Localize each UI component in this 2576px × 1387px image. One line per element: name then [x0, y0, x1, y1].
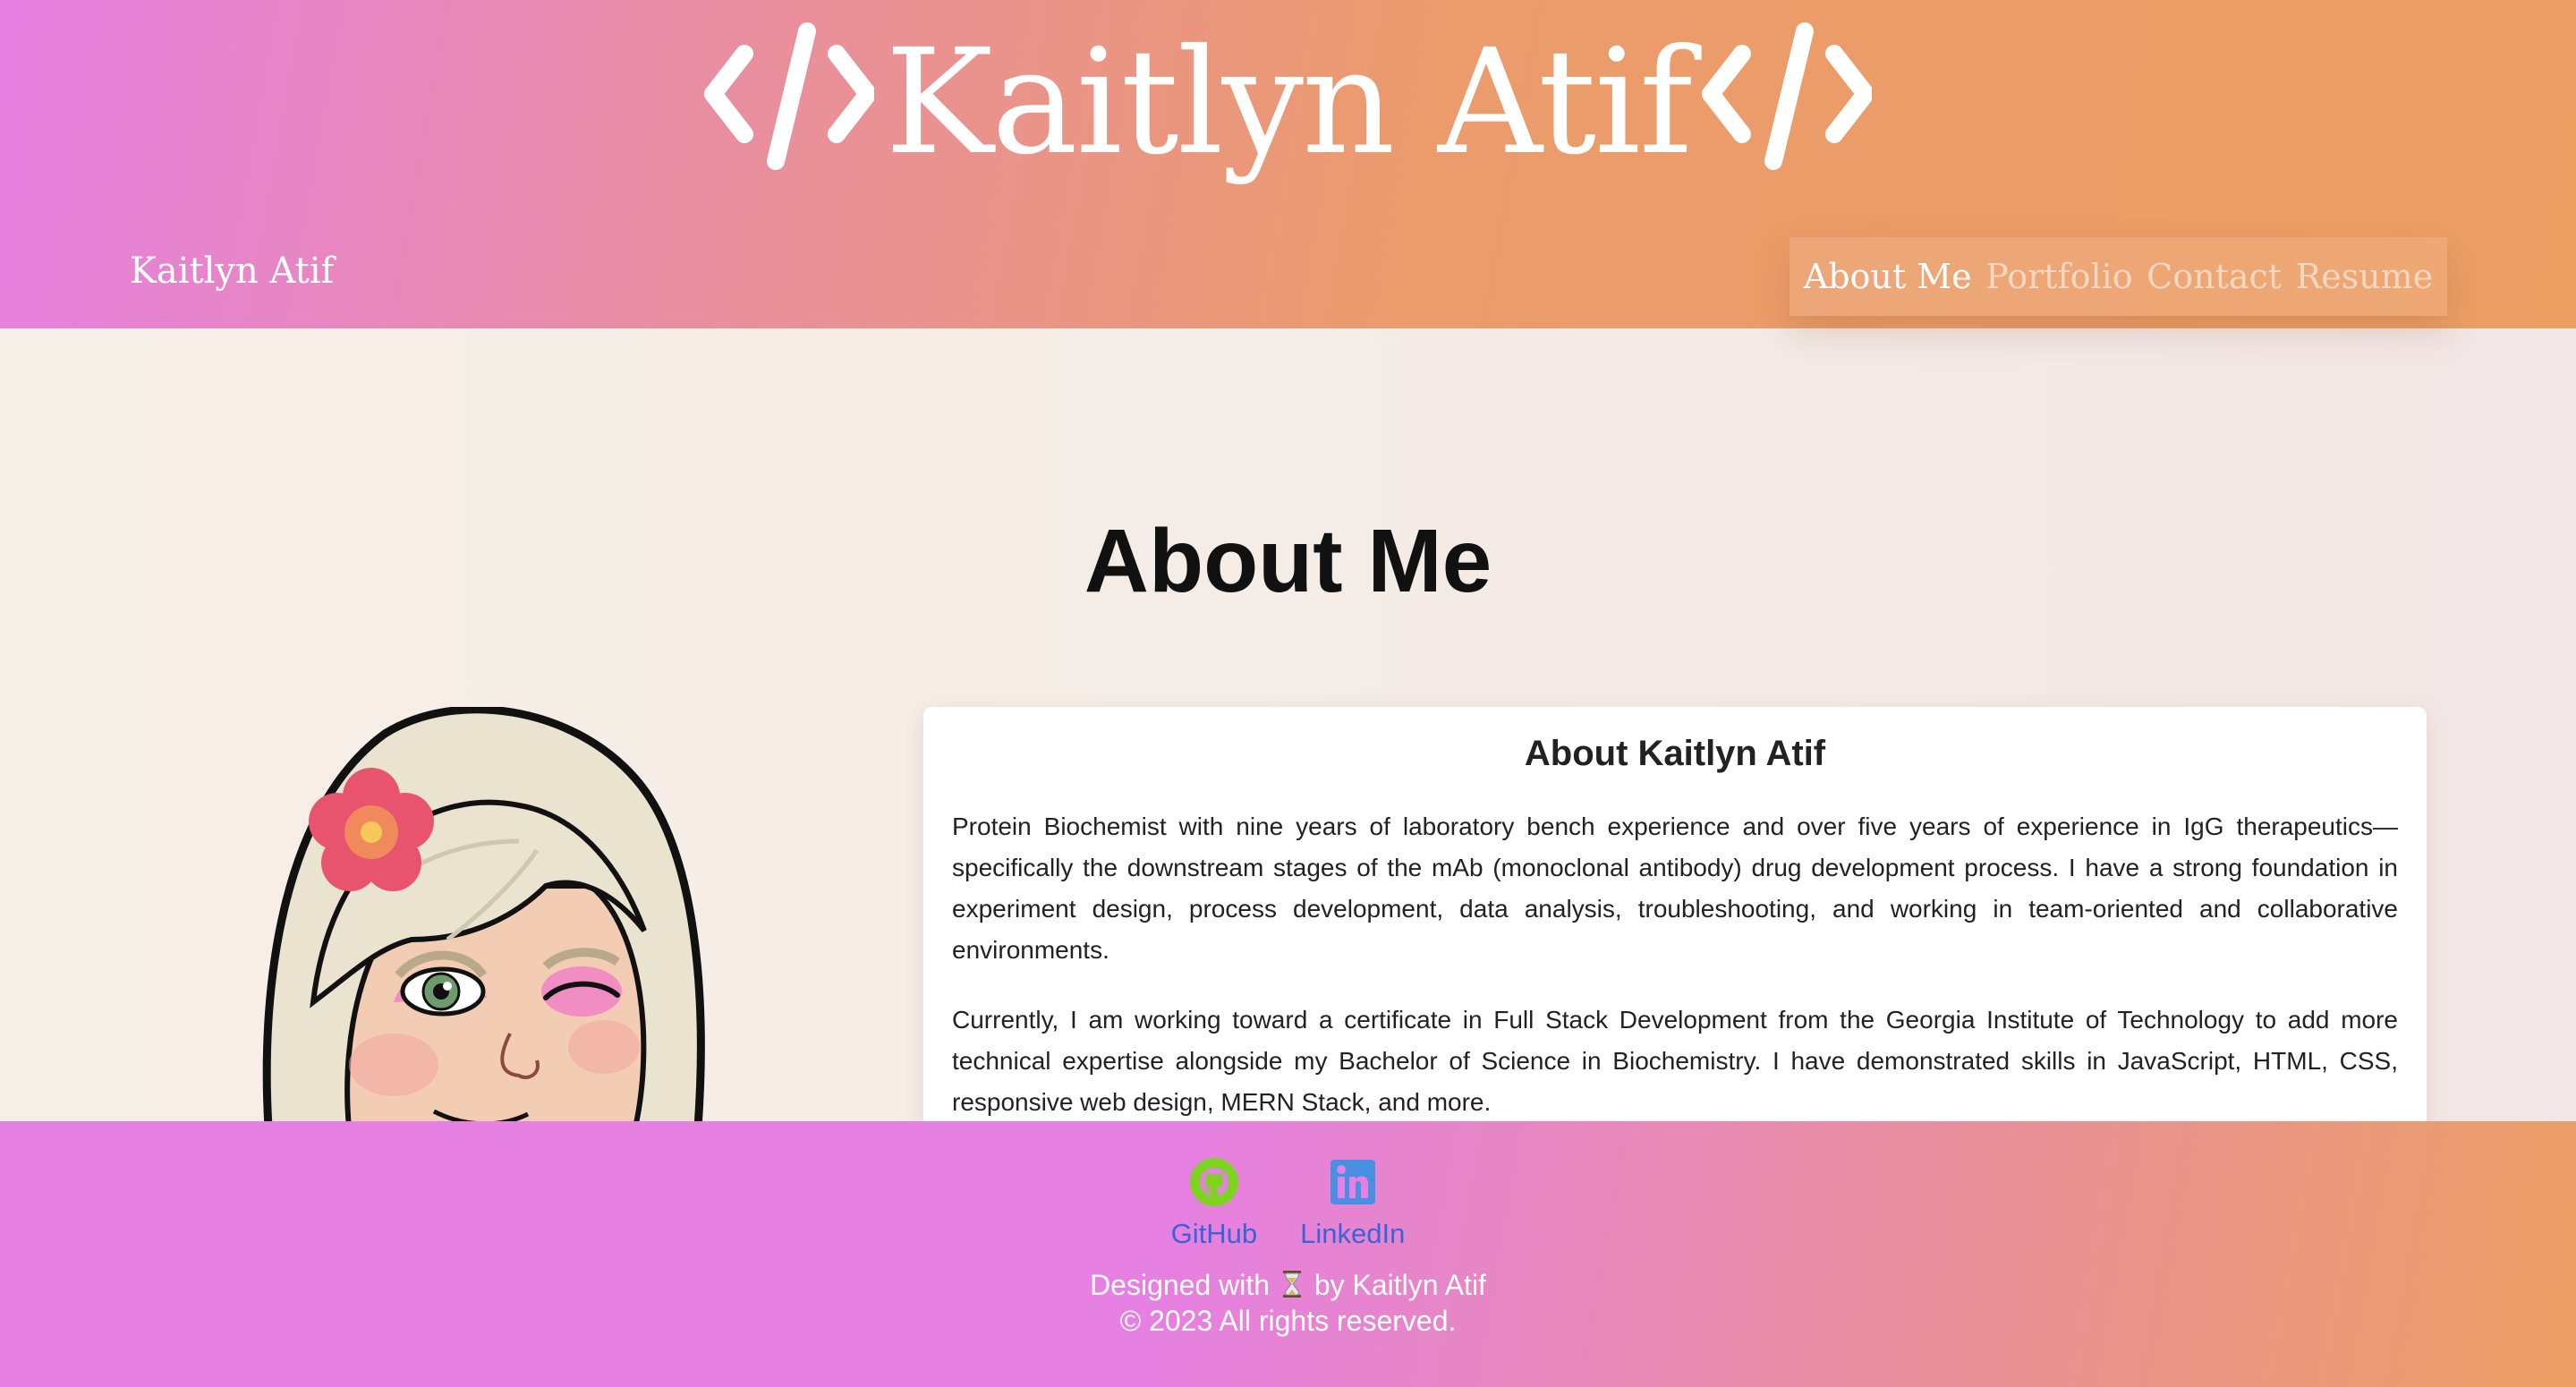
nav-contact[interactable]: Contact	[2147, 257, 2282, 296]
page-heading: About Me	[1084, 511, 1492, 611]
linkedin-icon	[1328, 1157, 1378, 1218]
code-icon	[1701, 18, 1875, 179]
avatar-icon	[251, 705, 805, 1132]
social-links: GitHub LinkedIn	[0, 1157, 2576, 1250]
main-nav: About Me Portfolio Contact Resume	[1790, 237, 2447, 316]
linkedin-label: LinkedIn	[1300, 1218, 1406, 1249]
about-card: About Kaitlyn Atif Protein Biochemist wi…	[923, 707, 2427, 1136]
site-title: Kaitlyn Atif	[885, 19, 1693, 187]
brand-banner: Kaitlyn Atif	[0, 0, 2576, 206]
code-icon	[704, 18, 878, 179]
hourglass-icon	[1281, 1270, 1303, 1298]
github-icon	[1189, 1157, 1239, 1218]
nav-portfolio[interactable]: Portfolio	[1985, 257, 2132, 296]
linkedin-link[interactable]: LinkedIn	[1300, 1157, 1405, 1250]
github-link[interactable]: GitHub	[1171, 1157, 1257, 1250]
footer-credit-prefix: Designed with	[1090, 1269, 1271, 1301]
about-paragraph: Currently, I am working toward a certifi…	[952, 1006, 2398, 1116]
site-footer: GitHub LinkedIn Designed with by Kaitlyn…	[0, 1121, 2576, 1387]
site-header: Kaitlyn Atif Kaitlyn Atif About Me Portf…	[0, 0, 2576, 328]
footer-credit: Designed with by Kaitlyn Atif	[0, 1269, 2576, 1302]
footer-copyright: © 2023 All rights reserved.	[1119, 1305, 1457, 1337]
github-label: GitHub	[1170, 1218, 1258, 1249]
about-paragraph: Protein Biochemist with nine years of la…	[952, 813, 2398, 964]
nav-resume[interactable]: Resume	[2296, 257, 2434, 296]
nav-home-link[interactable]: Kaitlyn Atif	[130, 251, 334, 292]
footer-credit-suffix: by Kaitlyn Atif	[1314, 1269, 1486, 1301]
about-card-title: About Kaitlyn Atif	[1524, 734, 1826, 773]
nav-about-me[interactable]: About Me	[1804, 257, 1972, 296]
